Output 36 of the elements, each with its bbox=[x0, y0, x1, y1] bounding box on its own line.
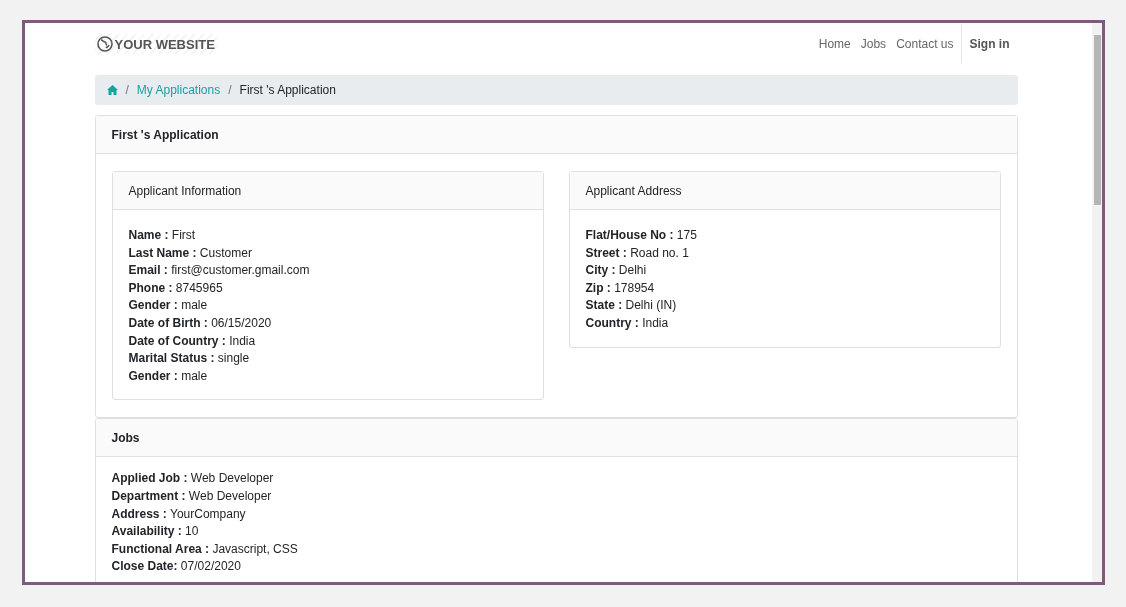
field-text: Availability : 10 bbox=[111, 523, 200, 541]
nav-link[interactable]: Home bbox=[813, 37, 856, 51]
nav-link[interactable]: Contact us bbox=[891, 37, 959, 51]
breadcrumb-current[interactable]: First 's Application bbox=[239, 83, 336, 97]
field-text: Phone : 8745965 bbox=[128, 279, 224, 297]
field-text: Email : first@customer.gmail.com bbox=[128, 262, 311, 280]
nav-link[interactable]: Jobs bbox=[855, 37, 892, 51]
field-text: Close Date: 07/02/2020 bbox=[111, 558, 242, 576]
field-text: Gender : male bbox=[128, 367, 209, 385]
field-text: Street : Road no. 1 bbox=[585, 244, 690, 262]
field-text: Department : Web Developer bbox=[111, 487, 273, 505]
breadcrumb-separator: / bbox=[125, 83, 129, 97]
field-text: City : Delhi bbox=[585, 262, 648, 280]
field-text: State : Delhi (IN) bbox=[585, 297, 678, 315]
breadcrumb-separator: / bbox=[228, 83, 232, 97]
panel-title: Applicant Information bbox=[112, 172, 543, 210]
field-text: Zip : 178954 bbox=[585, 279, 656, 297]
field-text: Last Name : Customer bbox=[128, 244, 253, 262]
field-text: Country : India bbox=[585, 314, 670, 332]
home-icon[interactable] bbox=[106, 85, 118, 95]
card-title: Jobs bbox=[95, 419, 1017, 458]
scrollbar-thumb[interactable] bbox=[1094, 35, 1101, 205]
field-text: Date of Birth : 06/15/2020 bbox=[128, 314, 273, 332]
field-text: Date of Country : India bbox=[128, 332, 257, 350]
field-text: Name : First bbox=[128, 227, 197, 244]
site-logo[interactable]: YOUR WEBSITE bbox=[94, 34, 217, 54]
panel-title: Applicant Address bbox=[569, 172, 1000, 210]
scrollbar[interactable] bbox=[1092, 23, 1102, 582]
field-text: Marital Status : single bbox=[128, 350, 251, 368]
field-text: Gender : male bbox=[128, 297, 209, 315]
sign-in-link[interactable]: Sign in bbox=[960, 25, 1018, 63]
field-text: Functional Area : Javascript, CSS bbox=[111, 540, 299, 558]
card-title: First 's Application bbox=[95, 116, 1017, 154]
field-text: Flat/House No : 175 bbox=[585, 227, 698, 244]
field-text: Address : YourCompany bbox=[111, 505, 247, 523]
field-text: Applied Job : Web Developer bbox=[111, 470, 275, 488]
